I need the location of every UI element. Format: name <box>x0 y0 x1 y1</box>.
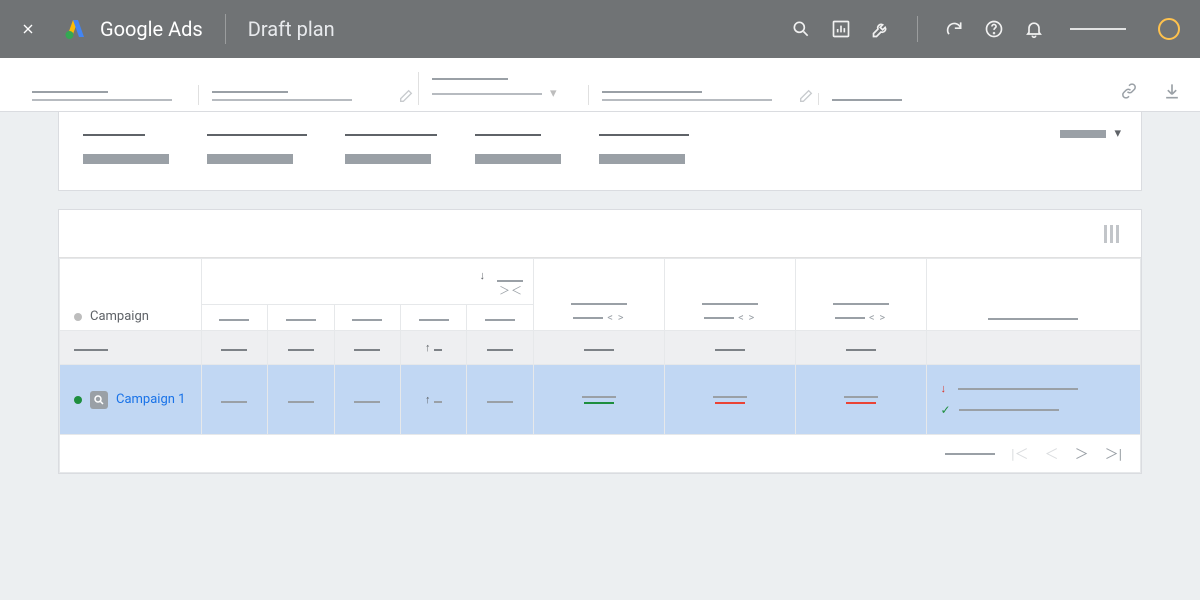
summary-view-picker[interactable]: ▾ <box>1060 126 1121 141</box>
metric-2 <box>207 134 307 164</box>
subcol-1[interactable] <box>201 305 267 331</box>
col-m1[interactable]: < > <box>534 259 665 331</box>
page-last-icon[interactable]: ＞| <box>1105 444 1122 464</box>
campaigns-table: Campaign ↓ ＞＜ < > < > < > <box>59 258 1141 473</box>
setting-1[interactable] <box>18 91 198 101</box>
page-next-icon[interactable]: ＞ <box>1075 444 1089 464</box>
subcol-4[interactable] <box>401 305 467 331</box>
page-title: Draft plan <box>248 17 335 41</box>
notifications-icon[interactable] <box>1024 19 1044 39</box>
campaign-link[interactable]: Campaign 1 <box>116 392 185 407</box>
refresh-icon[interactable] <box>944 19 964 39</box>
row-insights: ↓ ✓ <box>927 382 1141 417</box>
subcol-3[interactable] <box>334 305 400 331</box>
reports-icon[interactable] <box>831 19 851 39</box>
close-icon[interactable] <box>20 21 36 37</box>
metric-3 <box>345 134 437 164</box>
page-first-icon[interactable]: |＜ <box>1011 444 1028 464</box>
subcol-5[interactable] <box>467 305 534 331</box>
table-totals-row: ↑ <box>60 331 1141 365</box>
brand: Google Ads <box>64 17 203 41</box>
download-icon[interactable] <box>1162 81 1182 101</box>
col-campaign[interactable]: Campaign <box>60 259 202 331</box>
google-ads-logo-icon <box>64 17 88 41</box>
page-prev-icon[interactable]: ＜ <box>1045 444 1059 464</box>
setting-4[interactable] <box>588 91 818 101</box>
col-notes[interactable] <box>926 259 1141 331</box>
app-header: Google Ads Draft plan <box>0 0 1200 58</box>
campaign-header-label: Campaign <box>90 309 149 324</box>
table-pagination: |＜ ＜ ＞ ＞| <box>60 435 1141 473</box>
table-row[interactable]: Campaign 1 ↑ ↓ ✓ <box>60 365 1141 435</box>
help-icon[interactable] <box>984 19 1004 39</box>
product-name: Google Ads <box>100 17 203 41</box>
metric-4 <box>475 134 561 164</box>
account-label[interactable] <box>1070 28 1126 30</box>
metric-5 <box>599 134 689 164</box>
tools-icon[interactable] <box>871 19 891 39</box>
summary-card: ▾ <box>58 112 1142 191</box>
status-dot-icon <box>74 396 82 404</box>
campaigns-table-card: Campaign ↓ ＞＜ < > < > < > <box>58 209 1142 474</box>
plan-settings-bar: ▾ <box>0 58 1200 112</box>
col-m3[interactable]: < > <box>795 259 926 331</box>
page-body: ▾ Campaign ↓ <box>0 112 1200 474</box>
columns-icon[interactable] <box>1104 225 1119 243</box>
setting-5[interactable] <box>818 99 938 101</box>
setting-3-dropdown[interactable]: ▾ <box>418 78 588 101</box>
edit-icon[interactable] <box>398 88 414 104</box>
table-header-row-1: Campaign ↓ ＞＜ < > < > < > <box>60 259 1141 305</box>
header-tools <box>791 16 1180 42</box>
setting-2[interactable] <box>198 91 418 101</box>
share-link-icon[interactable] <box>1118 82 1140 100</box>
account-avatar[interactable] <box>1158 18 1180 40</box>
campaign-type-icon <box>90 391 108 409</box>
metric-1 <box>83 134 169 164</box>
search-icon[interactable] <box>791 19 811 39</box>
col-m2[interactable]: < > <box>664 259 795 331</box>
subcol-2[interactable] <box>268 305 334 331</box>
edit-icon[interactable] <box>798 88 814 104</box>
col-group-left[interactable]: ↓ ＞＜ <box>201 259 533 305</box>
